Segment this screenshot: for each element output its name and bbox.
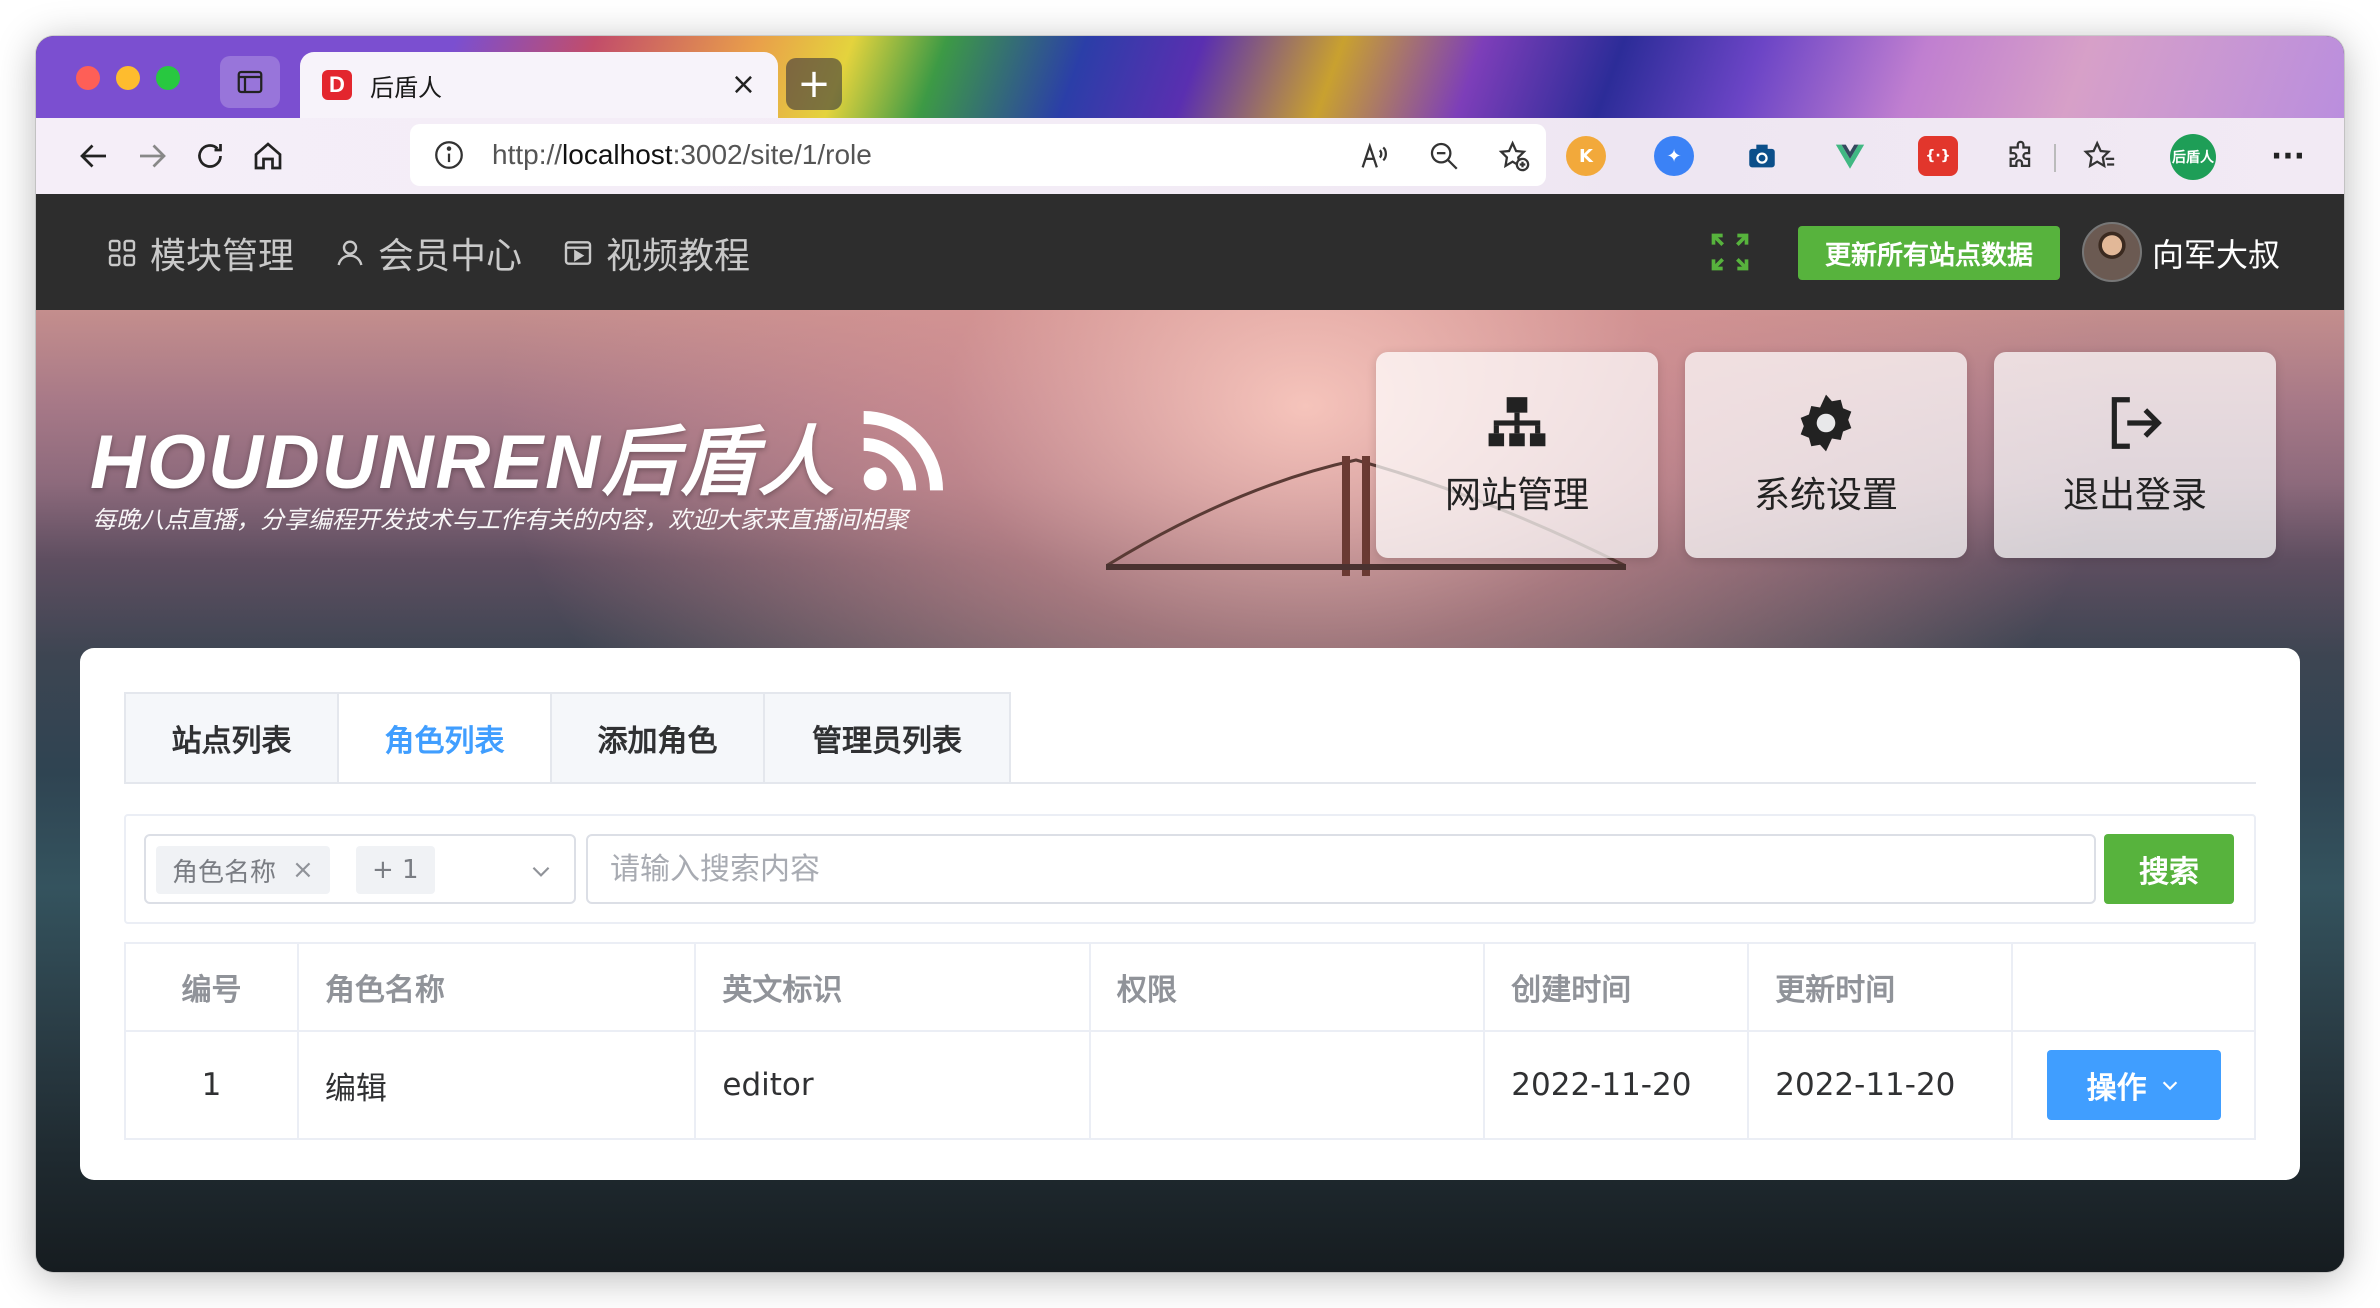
web-page: 模块管理 会员中心 视频教程 更新所有站点数据 向军大叔 HOUDUNREN后盾… xyxy=(36,194,2344,1272)
browser-window: D 后盾人 × + http://localhost:3002/site/1/r… xyxy=(36,36,2344,1272)
chip-label: 角色名称 xyxy=(172,857,277,888)
site-slogan: 每晚八点直播，分享编程开发技术与工作有关的内容，欢迎大家来直播间相聚 xyxy=(92,506,908,534)
new-tab-button[interactable]: + xyxy=(786,58,842,110)
address-bar[interactable]: http://localhost:3002/site/1/role xyxy=(410,124,1546,186)
tab-actions-icon[interactable] xyxy=(220,56,280,108)
extension-translate-icon[interactable]: ✦ xyxy=(1654,136,1694,176)
cell-actions: 操作 xyxy=(2011,1030,2256,1140)
user-name[interactable]: 向军大叔 xyxy=(2152,230,2280,276)
search-input[interactable] xyxy=(610,851,2094,887)
user-icon xyxy=(337,240,363,266)
column-header-id: 编号 xyxy=(124,942,299,1032)
search-panel: 角色名称 × + 1 搜索 xyxy=(124,814,2256,924)
main-content-card: 站点列表 角色列表 添加角色 管理员列表 角色名称 × + 1 请输入搜索内容 … xyxy=(80,648,2300,1180)
cell-slug: editor xyxy=(694,1030,1091,1140)
sitemap-icon xyxy=(1488,397,1546,447)
cell-permissions xyxy=(1088,1030,1486,1140)
home-icon[interactable] xyxy=(244,132,292,180)
selected-field-chip: 角色名称 × xyxy=(156,846,330,894)
extensions-puzzle-icon[interactable] xyxy=(2002,136,2042,176)
video-icon xyxy=(564,241,592,265)
cell-name: 编辑 xyxy=(296,1030,697,1140)
browser-tab-active[interactable]: D 后盾人 × xyxy=(300,52,778,118)
tab-admin-list[interactable]: 管理员列表 xyxy=(765,694,1009,782)
nav-video-tutorials[interactable]: 视频教程 xyxy=(562,228,750,278)
search-button[interactable]: 搜索 xyxy=(2104,834,2234,904)
browser-toolbar: http://localhost:3002/site/1/role K ✦ {·… xyxy=(36,118,2344,194)
card-label: 系统设置 xyxy=(1753,475,1898,516)
browser-tabstrip: D 后盾人 × + xyxy=(36,36,2344,118)
forward-icon[interactable] xyxy=(128,132,176,180)
close-window-button[interactable] xyxy=(76,66,100,90)
reload-icon[interactable] xyxy=(186,132,234,180)
extension-kk-icon[interactable]: K xyxy=(1566,136,1606,176)
search-input-wrapper[interactable] xyxy=(586,834,2096,904)
more-menu-icon[interactable]: ··· xyxy=(2268,136,2308,176)
tab-close-icon[interactable]: × xyxy=(731,70,756,100)
cell-created: 2022-11-20 xyxy=(1483,1030,1750,1140)
logout-icon xyxy=(2111,397,2162,449)
tab-role-list[interactable]: 角色列表 xyxy=(339,694,552,782)
nav-module-management[interactable]: 模块管理 xyxy=(106,228,294,278)
minimize-window-button[interactable] xyxy=(116,66,140,90)
tab-title: 后盾人 xyxy=(370,73,442,102)
extension-json-icon[interactable]: {·} xyxy=(1918,136,1958,176)
user-avatar[interactable] xyxy=(2082,222,2142,282)
nav-label: 模块管理 xyxy=(150,236,295,277)
column-header-created: 创建时间 xyxy=(1483,942,1750,1032)
nav-label: 会员中心 xyxy=(378,236,523,277)
url-text[interactable]: http://localhost:3002/site/1/role xyxy=(492,139,872,171)
chevron-down-icon[interactable] xyxy=(528,858,554,884)
column-header-name: 角色名称 xyxy=(296,942,697,1032)
column-header-actions xyxy=(2011,942,2256,1032)
card-label: 网站管理 xyxy=(1444,475,1589,516)
row-action-dropdown-button[interactable]: 操作 xyxy=(2046,1050,2221,1120)
browser-profile-avatar[interactable]: 后盾人 xyxy=(2170,134,2216,180)
cell-updated: 2022-11-20 xyxy=(1747,1030,2014,1140)
column-header-permissions: 权限 xyxy=(1088,942,1486,1032)
column-header-slug: 英文标识 xyxy=(694,942,1091,1032)
tab-add-role[interactable]: 添加角色 xyxy=(552,694,765,782)
update-all-sites-button[interactable]: 更新所有站点数据 xyxy=(1798,226,2060,280)
nav-label: 视频教程 xyxy=(606,236,751,277)
gear-icon xyxy=(1800,394,1852,452)
favorites-icon[interactable] xyxy=(2080,136,2120,176)
read-aloud-icon[interactable] xyxy=(1352,134,1396,178)
extension-vue-icon[interactable] xyxy=(1830,136,1870,176)
card-label: 退出登录 xyxy=(2062,475,2207,516)
info-icon[interactable] xyxy=(432,138,466,172)
toolbar-divider xyxy=(2054,144,2056,172)
maximize-window-button[interactable] xyxy=(156,66,180,90)
table-row: 1 编辑 editor 2022-11-20 2022-11-20 操作 xyxy=(124,1030,2256,1140)
table-header-row: 编号 角色名称 英文标识 权限 创建时间 更新时间 xyxy=(124,942,2256,1032)
site-management-card[interactable]: 网站管理 xyxy=(1376,352,1658,558)
site-favicon: D xyxy=(322,70,352,100)
tab-divider xyxy=(124,782,2256,784)
site-logo-text: HOUDUNREN后盾人 xyxy=(90,420,836,505)
fullscreen-icon[interactable] xyxy=(1708,230,1752,274)
add-favorite-icon[interactable] xyxy=(1492,134,1536,178)
top-navbar: 模块管理 会员中心 视频教程 更新所有站点数据 向军大叔 xyxy=(36,194,2344,310)
action-label: 操作 xyxy=(2086,1071,2147,1106)
extension-camera-icon[interactable] xyxy=(1742,136,1782,176)
zoom-out-icon[interactable] xyxy=(1422,134,1466,178)
chip-remove-icon[interactable]: × xyxy=(292,855,314,885)
system-settings-card[interactable]: 系统设置 xyxy=(1685,352,1967,558)
hero-banner: HOUDUNREN后盾人 每晚八点直播，分享编程开发技术与工作有关的内容，欢迎大… xyxy=(36,310,2344,1272)
nav-member-center[interactable]: 会员中心 xyxy=(334,228,522,278)
tab-site-list[interactable]: 站点列表 xyxy=(126,694,339,782)
rss-icon xyxy=(863,410,944,491)
column-header-updated: 更新时间 xyxy=(1747,942,2014,1032)
logout-card[interactable]: 退出登录 xyxy=(1994,352,2276,558)
cell-id: 1 xyxy=(124,1030,299,1140)
tab-bar: 站点列表 角色列表 添加角色 管理员列表 xyxy=(124,692,1011,782)
back-icon[interactable] xyxy=(70,132,118,180)
grid-icon xyxy=(108,239,136,267)
chevron-down-icon xyxy=(2162,1081,2177,1091)
search-field-select[interactable]: 角色名称 × + 1 xyxy=(144,834,576,904)
more-fields-chip: + 1 xyxy=(356,846,435,894)
role-table: 编号 角色名称 英文标识 权限 创建时间 更新时间 1 编辑 editor 20… xyxy=(124,942,2256,1140)
